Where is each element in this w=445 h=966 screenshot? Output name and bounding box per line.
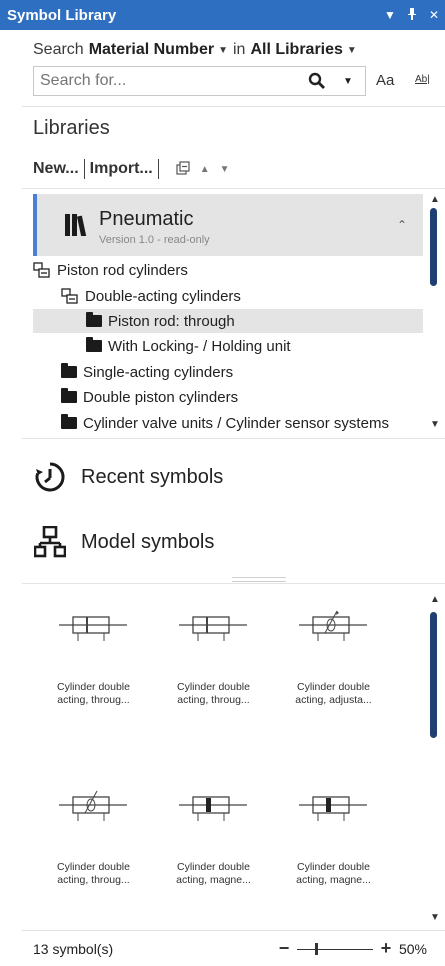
tree-expanded-icon[interactable] bbox=[33, 262, 51, 278]
recent-symbols-label: Recent symbols bbox=[81, 465, 224, 488]
folder-icon bbox=[86, 312, 102, 327]
zoom-in-button[interactable]: + bbox=[379, 938, 393, 959]
symbol-tile[interactable]: Cylinder double acting, throug... bbox=[41, 597, 146, 707]
search-in-word: in bbox=[232, 41, 246, 58]
symbol-tile[interactable]: Cylinder double acting, magne... bbox=[161, 777, 266, 887]
symbol-preview bbox=[161, 597, 266, 657]
new-library-button[interactable]: New... bbox=[33, 160, 79, 178]
symbol-preview bbox=[281, 777, 386, 837]
tree-node[interactable]: Double piston cylinders bbox=[61, 385, 423, 409]
tree-node[interactable]: Double-acting cylinders bbox=[61, 284, 423, 308]
close-icon[interactable]: ✕ bbox=[423, 8, 445, 22]
search-scope-selector[interactable]: All Libraries bbox=[250, 41, 342, 59]
chevron-down-icon[interactable]: ▼ bbox=[218, 45, 228, 56]
libraries-toolbar: New... Import... ▲ ▼ bbox=[33, 156, 230, 182]
symbol-tile[interactable]: Cylinder double acting, magne... bbox=[281, 777, 386, 887]
symbol-caption: Cylinder double acting, throug... bbox=[57, 681, 130, 706]
tree-node[interactable]: Cylinder valve units / Cylinder sensor s… bbox=[61, 411, 423, 435]
search-input[interactable] bbox=[34, 72, 305, 90]
divider bbox=[22, 188, 445, 189]
status-bar: 13 symbol(s) − + 50% bbox=[22, 930, 445, 966]
symbol-preview bbox=[161, 777, 266, 837]
tree-scrollbar-thumb[interactable] bbox=[430, 208, 437, 286]
collapse-all-icon[interactable] bbox=[176, 160, 190, 178]
search-icon[interactable] bbox=[305, 69, 329, 93]
scroll-down-icon[interactable]: ▼ bbox=[430, 419, 440, 430]
symbol-caption: Cylinder double acting, magne... bbox=[176, 861, 251, 886]
symbol-tile[interactable]: Cylinder double acting, throug... bbox=[161, 597, 266, 707]
symbol-caption: Cylinder double acting, adjusta... bbox=[295, 681, 372, 706]
zoom-level: 50% bbox=[398, 940, 427, 957]
tree-expanded-icon[interactable] bbox=[61, 288, 79, 304]
symbol-tile[interactable]: Cylinder double acting, throug... bbox=[41, 777, 146, 887]
tree-node[interactable]: Piston rod cylinders bbox=[33, 258, 423, 282]
model-symbols-item[interactable]: Model symbols bbox=[33, 522, 214, 562]
tree-node-label: Cylinder valve units / Cylinder sensor s… bbox=[83, 414, 389, 432]
left-strip bbox=[0, 30, 22, 966]
folder-icon bbox=[61, 388, 77, 403]
divider bbox=[22, 106, 445, 107]
search-field-selector[interactable]: Material Number bbox=[89, 41, 214, 59]
symbol-preview bbox=[281, 597, 386, 657]
folder-icon bbox=[86, 337, 102, 352]
search-options-dropdown-icon[interactable]: ▼ bbox=[339, 76, 357, 87]
tree-node-label: Double-acting cylinders bbox=[85, 287, 241, 305]
zoom-slider-track bbox=[296, 948, 373, 950]
search-criteria: Search Material Number ▼ in All Librarie… bbox=[22, 38, 445, 62]
chevron-down-icon[interactable]: ▼ bbox=[347, 45, 357, 56]
zoom-control: − + 50% bbox=[277, 938, 445, 959]
zoom-out-button[interactable]: − bbox=[277, 938, 291, 959]
divider bbox=[22, 438, 445, 439]
recent-symbols-item[interactable]: Recent symbols bbox=[33, 457, 223, 497]
search-prefix: Search bbox=[33, 41, 84, 58]
scroll-up-icon[interactable]: ▲ bbox=[430, 194, 440, 205]
symbols-scrollbar-thumb[interactable] bbox=[430, 612, 437, 738]
library-header[interactable]: Pneumatic Version 1.0 - read-only ⌃ bbox=[33, 194, 423, 256]
symbol-caption: Cylinder double acting, magne... bbox=[296, 861, 371, 886]
dropdown-caret-icon[interactable]: ▼ bbox=[379, 8, 401, 22]
move-down-icon[interactable]: ▼ bbox=[220, 164, 230, 175]
whole-word-toggle[interactable]: Ab| bbox=[415, 74, 433, 90]
library-version: Version 1.0 - read-only bbox=[99, 234, 210, 246]
search-box: ▼ bbox=[33, 66, 366, 96]
folder-icon bbox=[61, 414, 77, 429]
symbol-preview bbox=[41, 777, 146, 837]
scroll-up-icon[interactable]: ▲ bbox=[430, 594, 440, 605]
tree-node-label: With Locking- / Holding unit bbox=[108, 337, 291, 355]
import-library-button[interactable]: Import... bbox=[90, 160, 153, 178]
move-up-icon[interactable]: ▲ bbox=[200, 164, 210, 175]
tree-node-label: Double piston cylinders bbox=[83, 388, 239, 406]
tree-node[interactable]: With Locking- / Holding unit bbox=[86, 334, 423, 358]
match-case-toggle[interactable]: Aa bbox=[376, 72, 394, 89]
scroll-down-icon[interactable]: ▼ bbox=[430, 912, 440, 923]
folder-icon bbox=[61, 363, 77, 378]
symbol-tile[interactable]: Cylinder double acting, adjusta... bbox=[281, 597, 386, 707]
zoom-slider-knob[interactable] bbox=[314, 942, 318, 955]
symbol-caption: Cylinder double acting, throug... bbox=[177, 681, 250, 706]
symbol-caption: Cylinder double acting, throug... bbox=[57, 861, 130, 886]
library-name: Pneumatic bbox=[99, 208, 194, 230]
symbol-grid: Cylinder double acting, throug... Cylinde… bbox=[33, 585, 423, 930]
toolbar-divider bbox=[157, 159, 159, 179]
window-title: Symbol Library bbox=[7, 6, 117, 24]
tree-node-label: Piston rod: through bbox=[108, 312, 235, 330]
symbol-preview bbox=[41, 597, 146, 657]
zoom-slider[interactable] bbox=[296, 942, 373, 956]
pin-icon[interactable] bbox=[401, 7, 423, 23]
tree-node-label: Piston rod cylinders bbox=[57, 261, 188, 279]
books-icon bbox=[65, 214, 87, 241]
divider bbox=[22, 583, 445, 584]
hierarchy-icon bbox=[33, 525, 67, 559]
tree-node[interactable]: Single-acting cylinders bbox=[61, 360, 423, 384]
model-symbols-label: Model symbols bbox=[81, 530, 215, 553]
libraries-heading: Libraries bbox=[33, 117, 110, 139]
tree-node-selected[interactable]: Piston rod: through bbox=[33, 309, 423, 333]
chevron-up-icon[interactable]: ⌃ bbox=[397, 218, 407, 232]
symbol-count: 13 symbol(s) bbox=[33, 940, 114, 957]
toolbar-divider bbox=[83, 159, 85, 179]
tree-node-label: Single-acting cylinders bbox=[83, 363, 234, 381]
title-bar: Symbol Library ▼ ✕ bbox=[0, 0, 445, 30]
clock-history-icon bbox=[33, 460, 67, 494]
splitter-grip[interactable] bbox=[232, 577, 286, 582]
